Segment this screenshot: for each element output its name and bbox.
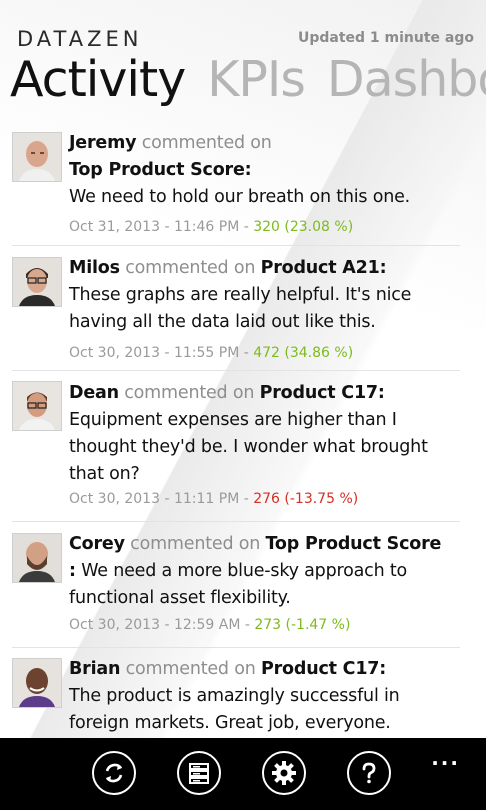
avatar-dean[interactable] <box>12 381 62 431</box>
comment-verb: commented on <box>124 383 255 403</box>
user-name[interactable]: Milos <box>69 258 120 278</box>
user-name[interactable]: Brian <box>69 659 120 679</box>
kpi-value: 472 (34.86 %) <box>253 345 354 361</box>
comment-text: Jeremy commented on Top Product Score: W… <box>69 130 461 211</box>
comment-body: We need a more blue-sky approach to func… <box>69 561 407 608</box>
avatar-jeremy[interactable] <box>12 132 62 182</box>
refresh-icon <box>105 763 123 783</box>
help-button[interactable] <box>347 751 391 795</box>
pivot-kpis[interactable]: KPIs <box>207 51 306 108</box>
updated-status: Updated 1 minute ago <box>297 30 474 46</box>
divider <box>12 521 460 522</box>
kpi-link[interactable]: Top Product Score <box>266 534 442 554</box>
comment-meta: Oct 30, 2013 - 12:59 AM - 273 (-1.47 %) <box>69 617 350 633</box>
comment-verb: commented on <box>130 534 261 554</box>
feed-item-milos[interactable]: Milos commented on Product A21: These gr… <box>0 250 462 370</box>
kpi-value: 276 (-13.75 %) <box>253 491 359 507</box>
comment-date: Oct 30, 2013 - 11:11 PM - <box>69 491 254 507</box>
divider <box>12 647 460 648</box>
feed-item-jeremy[interactable]: Jeremy commented on Top Product Score: W… <box>0 126 462 246</box>
comment-date: Oct 31, 2013 - 11:46 PM - <box>69 219 254 235</box>
help-icon <box>362 762 376 784</box>
comment-text: Brian commented on Product C17: The prod… <box>69 656 461 737</box>
user-name[interactable]: Corey <box>69 534 125 554</box>
comment-body: Equipment expenses are higher than I tho… <box>69 410 428 484</box>
divider <box>12 245 460 246</box>
kpi-link[interactable]: Product A21: <box>261 258 387 278</box>
server-button[interactable] <box>177 751 221 795</box>
more-menu-button[interactable]: ... <box>431 746 460 770</box>
user-name[interactable]: Dean <box>69 383 119 403</box>
comment-text: Corey commented on Top Product Score : W… <box>69 531 461 612</box>
comment-meta: Oct 30, 2013 - 11:55 PM - 472 (34.86 %) <box>69 345 353 361</box>
comment-verb: commented on <box>141 133 272 153</box>
gear-icon <box>272 761 296 785</box>
app-bar: ... <box>0 738 486 810</box>
brand-logo: DATAZEN <box>17 27 143 51</box>
comment-text: Milos commented on Product A21: These gr… <box>69 255 461 336</box>
comment-meta: Oct 31, 2013 - 11:46 PM - 320 (23.08 %) <box>69 219 353 235</box>
pivot-header: Activity KPIs Dashbo <box>10 51 486 108</box>
avatar-corey[interactable] <box>12 533 62 583</box>
comment-verb: commented on <box>125 659 256 679</box>
kpi-link[interactable]: Product C17: <box>260 383 385 403</box>
kpi-value: 320 (23.08 %) <box>253 219 354 235</box>
feed-item-brian[interactable]: Brian commented on Product C17: The prod… <box>0 652 462 742</box>
server-icon <box>189 763 209 784</box>
pivot-activity[interactable]: Activity <box>10 51 186 108</box>
kpi-link[interactable]: Top Product Score: <box>69 160 252 180</box>
comment-verb: commented on <box>125 258 256 278</box>
kpi-value: 273 (-1.47 %) <box>254 617 351 633</box>
avatar-milos[interactable] <box>12 257 62 307</box>
refresh-button[interactable] <box>92 751 136 795</box>
comment-date: Oct 30, 2013 - 11:55 PM - <box>69 345 254 361</box>
settings-button[interactable] <box>262 751 306 795</box>
comment-body: The product is amazingly successful in f… <box>69 686 400 733</box>
comment-meta: Oct 30, 2013 - 11:11 PM - 276 (-13.75 %) <box>69 491 358 507</box>
kpi-link-colon: : <box>69 561 76 581</box>
comment-body: These graphs are really helpful. It's ni… <box>69 285 412 332</box>
kpi-link[interactable]: Product C17: <box>261 659 386 679</box>
pivot-dashboards[interactable]: Dashbo <box>327 51 486 108</box>
comment-text: Dean commented on Product C17: Equipment… <box>69 380 461 488</box>
comment-date: Oct 30, 2013 - 12:59 AM - <box>69 617 255 633</box>
comment-body: We need to hold our breath on this one. <box>69 187 411 207</box>
avatar-brian[interactable] <box>12 658 62 708</box>
user-name[interactable]: Jeremy <box>69 133 137 153</box>
divider <box>12 370 460 371</box>
